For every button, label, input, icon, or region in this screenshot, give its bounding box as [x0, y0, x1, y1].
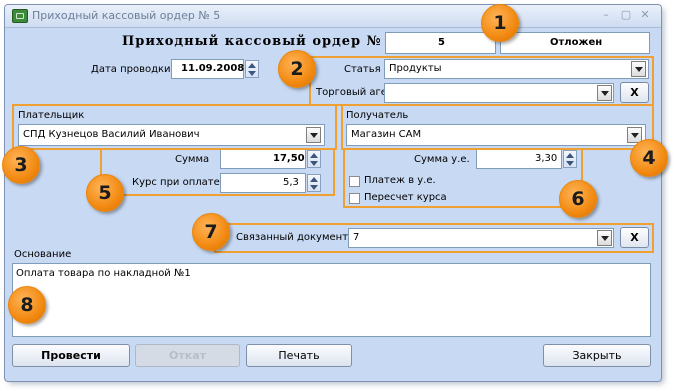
- close-button[interactable]: Закрыть: [543, 344, 651, 367]
- print-button[interactable]: Печать: [246, 344, 352, 367]
- title-bar: Приходный кассовый ордер № 5 – ▢ ✕: [5, 5, 661, 28]
- callout-badge-6: 6: [559, 180, 597, 218]
- callout-frame-6: [343, 148, 583, 208]
- rollback-button[interactable]: Откат: [135, 344, 240, 367]
- callout-badge-8: 8: [8, 286, 46, 324]
- maximize-icon[interactable]: ▢: [619, 9, 633, 21]
- callout-frame-5: [100, 148, 335, 196]
- callout-badge-7: 7: [192, 213, 230, 251]
- order-number-value: 5: [438, 37, 445, 48]
- callout-badge-4: 4: [630, 139, 668, 177]
- callout-frame-3: [12, 104, 337, 150]
- callout-badge-3: 3: [2, 146, 40, 184]
- callout-frame-4: [341, 104, 654, 150]
- callout-badge-5: 5: [86, 174, 124, 212]
- post-button[interactable]: Провести: [12, 344, 130, 367]
- basis-label: Основание: [14, 249, 72, 260]
- callout-frame-7: [214, 223, 654, 253]
- order-number-field[interactable]: 5: [385, 32, 496, 54]
- callout-badge-1: 1: [481, 4, 519, 42]
- status-field: Отложен: [500, 32, 650, 54]
- form-heading: Приходный кассовый ордер №: [122, 34, 382, 49]
- date-label: Дата проводки: [91, 64, 171, 75]
- window-title: Приходный кассовый ордер № 5: [32, 9, 221, 22]
- callout-frame-2: [309, 56, 654, 106]
- date-field[interactable]: 11.09.2008: [171, 59, 244, 79]
- basis-text: Оплата товара по накладной №1: [16, 268, 191, 279]
- callout-badge-2: 2: [278, 50, 316, 88]
- minimize-icon[interactable]: –: [599, 9, 613, 21]
- close-icon[interactable]: ✕: [638, 9, 652, 21]
- status-value: Отложен: [550, 37, 603, 48]
- basis-textarea[interactable]: Оплата товара по накладной №1: [12, 263, 651, 337]
- date-spinner[interactable]: [245, 60, 259, 78]
- cash-icon: [12, 9, 28, 23]
- date-value: 11.09.2008: [181, 63, 245, 74]
